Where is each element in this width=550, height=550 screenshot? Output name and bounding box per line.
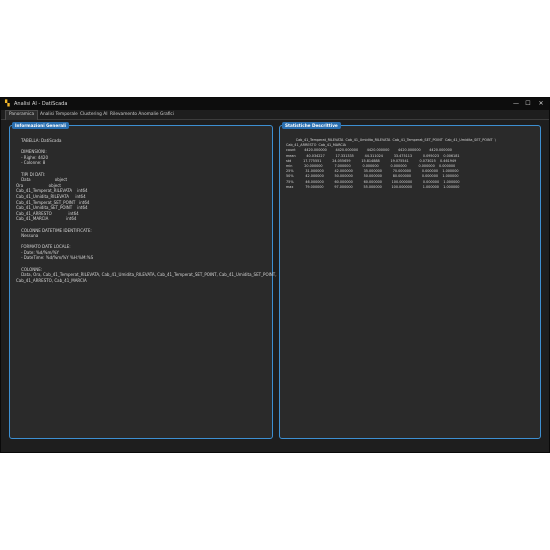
app-logo-icon: ▚	[5, 100, 10, 107]
app-window: ▚ Analisi AI - DatiScada — ☐ ✕ Panoramic…	[0, 97, 550, 453]
general-info-panel: Informazioni Generali TABELLA: DatiScada…	[9, 122, 277, 439]
general-info-text[interactable]: TABELLA: DatiScada DIMENSIONI: - Righe: …	[16, 138, 277, 434]
descriptive-stats-text[interactable]: Cab_41_Temperat_RILEVATA Cab_41_Umidita_…	[286, 138, 536, 434]
tab-rilevamento-anomalie[interactable]: Rilevamento Anomalie	[107, 111, 162, 119]
tab-analisi-temporale[interactable]: Analisi Temporale	[37, 111, 81, 119]
descriptive-stats-panel: Statistiche Descrittive Cab_41_Temperat_…	[279, 122, 541, 439]
descriptive-stats-title: Statistiche Descrittive	[282, 122, 341, 129]
maximize-button[interactable]: ☐	[521, 99, 535, 109]
tab-grafici[interactable]: Grafici	[157, 111, 177, 119]
general-info-title: Informazioni Generali	[12, 122, 69, 129]
title-bar[interactable]: ▚ Analisi AI - DatiScada — ☐ ✕	[1, 98, 549, 110]
close-button[interactable]: ✕	[534, 99, 548, 109]
tab-clustering-ai[interactable]: Clustering AI	[77, 111, 110, 119]
tab-panoramica[interactable]: Panoramica	[5, 110, 39, 120]
window-title: Analisi AI - DatiScada	[14, 101, 68, 107]
tab-bar: Panoramica Analisi Temporale Clustering …	[1, 110, 549, 120]
